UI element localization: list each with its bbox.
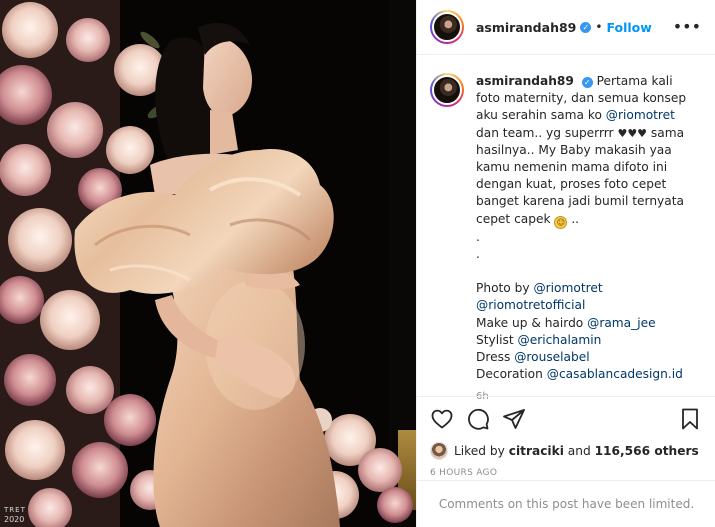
bookmark-icon[interactable] — [678, 407, 702, 431]
hearts-emoji: ♥♥♥ — [617, 126, 648, 140]
comments-limited-text: Comments on this post have been limited. — [438, 497, 695, 511]
liked-by-user[interactable]: citraciki — [509, 444, 564, 458]
maternity-photo-illustration — [0, 0, 416, 527]
mention-casablancadesign[interactable]: @casablancadesign.id — [547, 367, 683, 381]
mention-erichalamin[interactable]: @erichalamin — [518, 333, 602, 347]
action-icon-row — [430, 407, 702, 431]
caption-text: asmirandah89 ✓ Pertama kali foto materni… — [476, 73, 690, 383]
caption-area: asmirandah89 ✓ Pertama kali foto materni… — [417, 56, 715, 402]
mention-riomotretofficial[interactable]: @riomotretofficial — [476, 298, 585, 312]
credit-photo: Photo by @riomotret — [476, 280, 690, 297]
post-photo[interactable]: TRET 2020 — [0, 0, 416, 527]
caption-ellipsis: .. — [571, 211, 580, 226]
credit-makeup-label: Make up & hairdo — [476, 315, 584, 330]
caption-username[interactable]: asmirandah89 — [476, 74, 574, 88]
credit-decoration-label: Decoration — [476, 367, 543, 382]
verified-badge-icon: ✓ — [580, 21, 592, 33]
watermark-year: 2020 — [4, 515, 25, 524]
heart-icon[interactable] — [430, 407, 454, 431]
photo-watermark: TRET 2020 — [4, 506, 26, 524]
more-options-icon[interactable]: ••• — [673, 19, 701, 35]
caption-dot-line: . — [476, 246, 480, 261]
credit-stylist: Stylist @erichalamin — [476, 332, 690, 349]
liked-by-and: and — [567, 444, 591, 458]
credit-stylist-label: Stylist — [476, 332, 514, 347]
verified-badge-icon: ✓ — [581, 77, 593, 88]
caption-line-3: dan team.. yg superrrr — [476, 125, 614, 140]
credit-decoration: Decoration @casablancadesign.id — [476, 366, 690, 383]
credit-photo-official: @riomotretofficial — [476, 297, 690, 314]
watermark-logo: TRET — [4, 506, 26, 514]
credit-photo-label: Photo by — [476, 281, 530, 296]
caption-row: asmirandah89 ✓ Pertama kali foto materni… — [430, 73, 702, 383]
posted-time[interactable]: 6 HOURS AGO — [430, 468, 702, 478]
author-avatar[interactable] — [430, 10, 464, 44]
follow-button[interactable]: Follow — [606, 20, 651, 35]
mention-riomotret[interactable]: @riomotret — [606, 108, 675, 122]
caption-dot-line: . — [476, 229, 480, 244]
credit-makeup: Make up & hairdo @rama_jee — [476, 315, 690, 332]
liked-by-prefix: Liked by — [454, 444, 505, 458]
mention-rama-jee[interactable]: @rama_jee — [587, 316, 655, 330]
caption-line-5: sama hasilnya.. My Baby makasih yaa kamu… — [476, 125, 685, 226]
comments-limited-notice: Comments on this post have been limited. — [417, 480, 715, 527]
comment-bubble-icon[interactable] — [466, 407, 490, 431]
credit-dress-label: Dress — [476, 350, 511, 365]
liker-avatar[interactable] — [430, 442, 448, 460]
post-header: asmirandah89 ✓ • Follow ••• — [417, 0, 715, 55]
post-sidebar: asmirandah89 ✓ • Follow ••• asmirandah89… — [416, 0, 715, 527]
header-dot-separator: • — [595, 20, 603, 34]
credit-dress: Dress @rouselabel — [476, 349, 690, 366]
grinning-sweat-emoji-icon: ☺ — [554, 215, 568, 229]
mention-rouselabel[interactable]: @rouselabel — [514, 350, 589, 364]
caption-author-avatar[interactable] — [430, 73, 464, 107]
author-username[interactable]: asmirandah89 — [476, 20, 576, 35]
likes-summary: Liked by citraciki and 116,566 others — [430, 442, 702, 460]
paper-plane-icon[interactable] — [502, 407, 526, 431]
likes-count[interactable]: 116,566 others — [595, 444, 699, 458]
mention-riomotret[interactable]: @riomotret — [533, 281, 602, 295]
